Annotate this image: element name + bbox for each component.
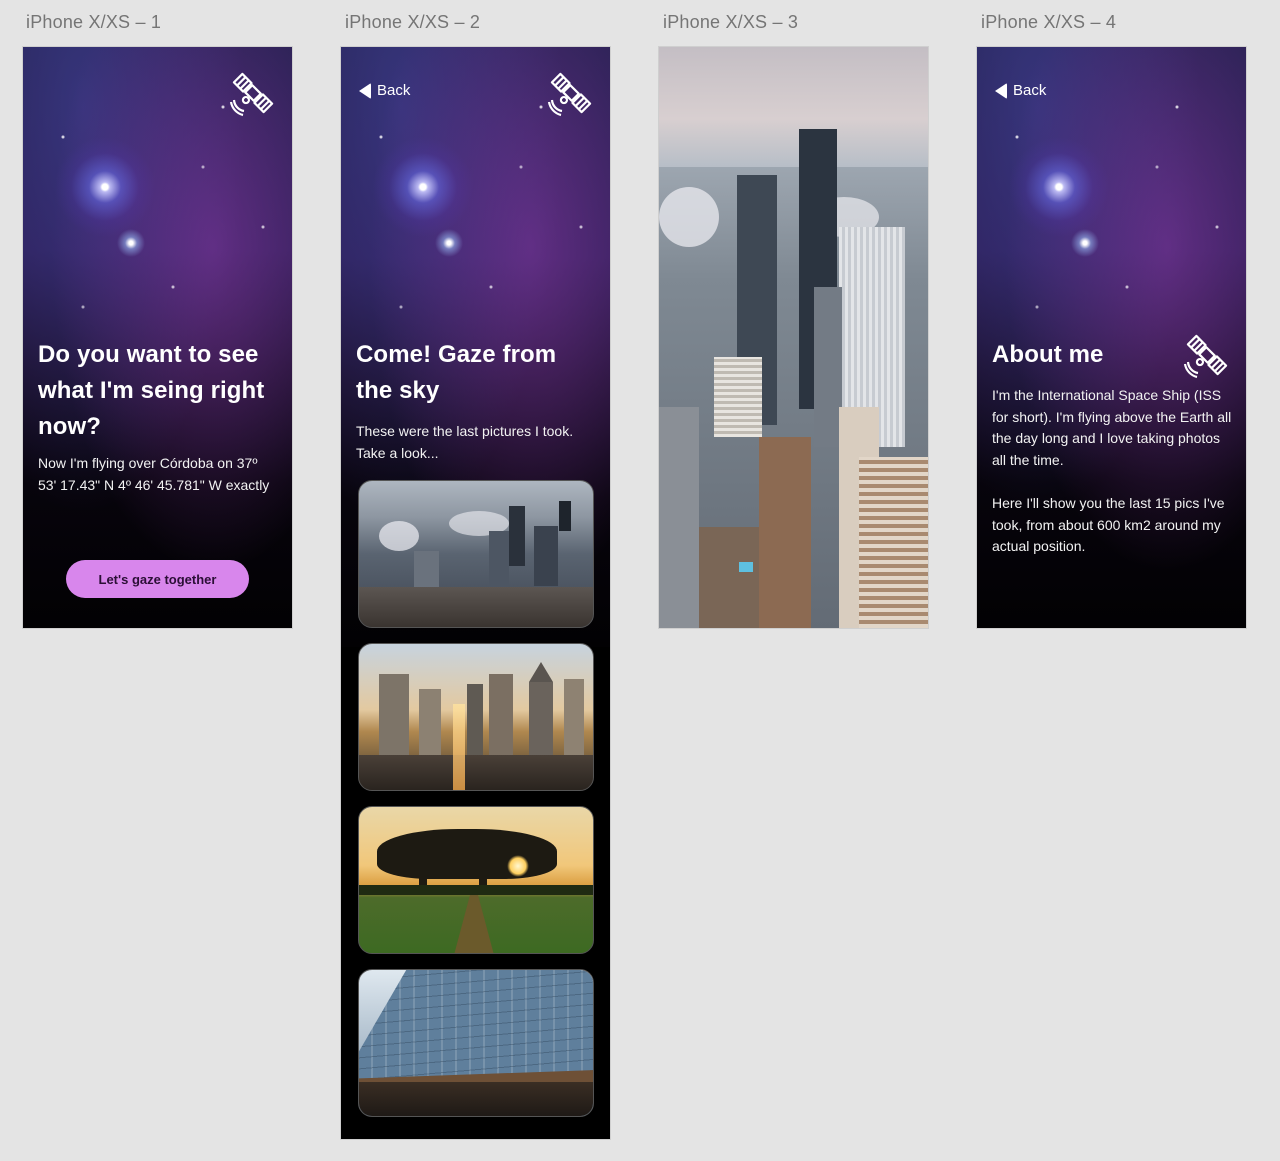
satellite-icon <box>547 72 592 117</box>
artboard-label-3[interactable]: iPhone X/XS – 3 <box>663 12 798 33</box>
screen-2-gallery: Back Come! Gaze from the sky These were … <box>341 47 610 1139</box>
welcome-title: Do you want to see what I'm seing right … <box>38 341 265 440</box>
gallery-title: Come! Gaze from the sky <box>356 341 557 404</box>
artboard-label-1[interactable]: iPhone X/XS – 1 <box>26 12 161 33</box>
city-skyline-sunset-photo[interactable] <box>358 643 594 791</box>
glass-building-photo[interactable] <box>358 969 594 1117</box>
artboard-label-2[interactable]: iPhone X/XS – 2 <box>345 12 480 33</box>
about-title: About me <box>992 341 1104 368</box>
satellite-icon <box>1183 334 1228 379</box>
screen-4-about: Back About me I'm the International Spac… <box>977 47 1246 628</box>
back-arrow-icon <box>995 82 1007 99</box>
artboard-label-4[interactable]: iPhone X/XS – 4 <box>981 12 1116 33</box>
satellite-icon <box>229 72 274 117</box>
screen-3-photo-detail <box>659 47 928 628</box>
about-paragraph-2: Here I'll show you the last 15 pics I've… <box>992 495 1225 554</box>
back-label: Back <box>377 82 411 99</box>
back-button[interactable]: Back <box>359 82 410 99</box>
city-photo-fullscreen[interactable] <box>659 47 928 628</box>
gallery-intro-text: These were the last pictures I took. Tak… <box>356 423 574 461</box>
back-label: Back <box>1013 82 1047 99</box>
city-aerial-fog-photo[interactable] <box>358 480 594 628</box>
screen-1-welcome: Do you want to see what I'm seing right … <box>23 47 292 628</box>
about-paragraph-1: I'm the International Space Ship (ISS fo… <box>992 387 1232 468</box>
back-arrow-icon <box>359 82 371 99</box>
back-button[interactable]: Back <box>995 82 1046 99</box>
lets-gaze-together-button[interactable]: Let's gaze together <box>66 560 249 598</box>
location-text: Now I'm flying over Córdoba on 37º 53' 1… <box>38 455 270 493</box>
tree-sunset-field-photo[interactable] <box>358 806 594 954</box>
